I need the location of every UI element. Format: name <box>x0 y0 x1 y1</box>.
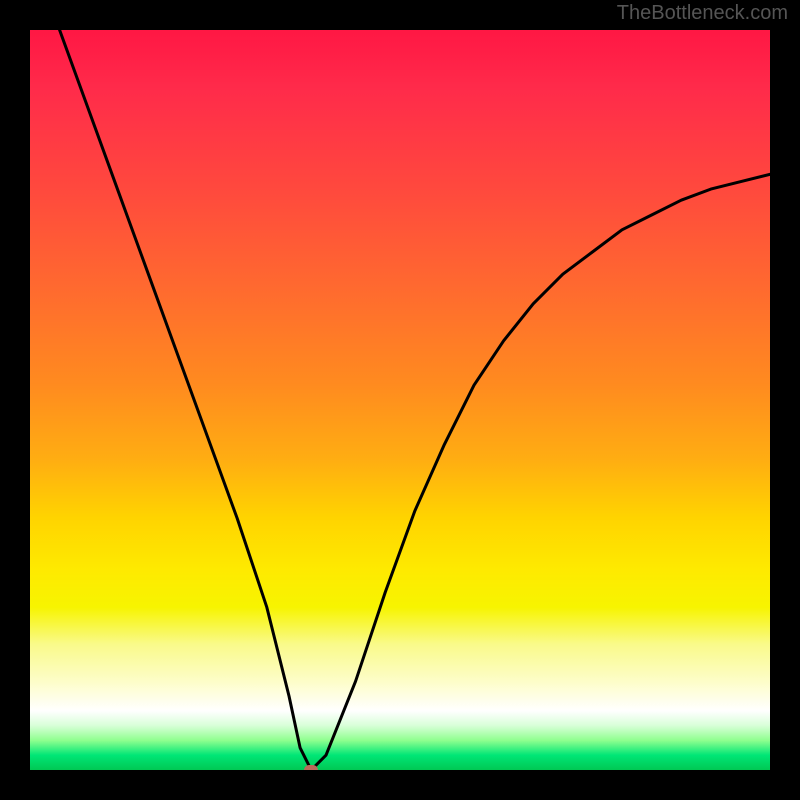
chart-curve <box>30 30 770 770</box>
chart-plot-area <box>30 30 770 770</box>
chart-minimum-marker <box>304 765 318 770</box>
watermark-text: TheBottleneck.com <box>617 2 788 25</box>
